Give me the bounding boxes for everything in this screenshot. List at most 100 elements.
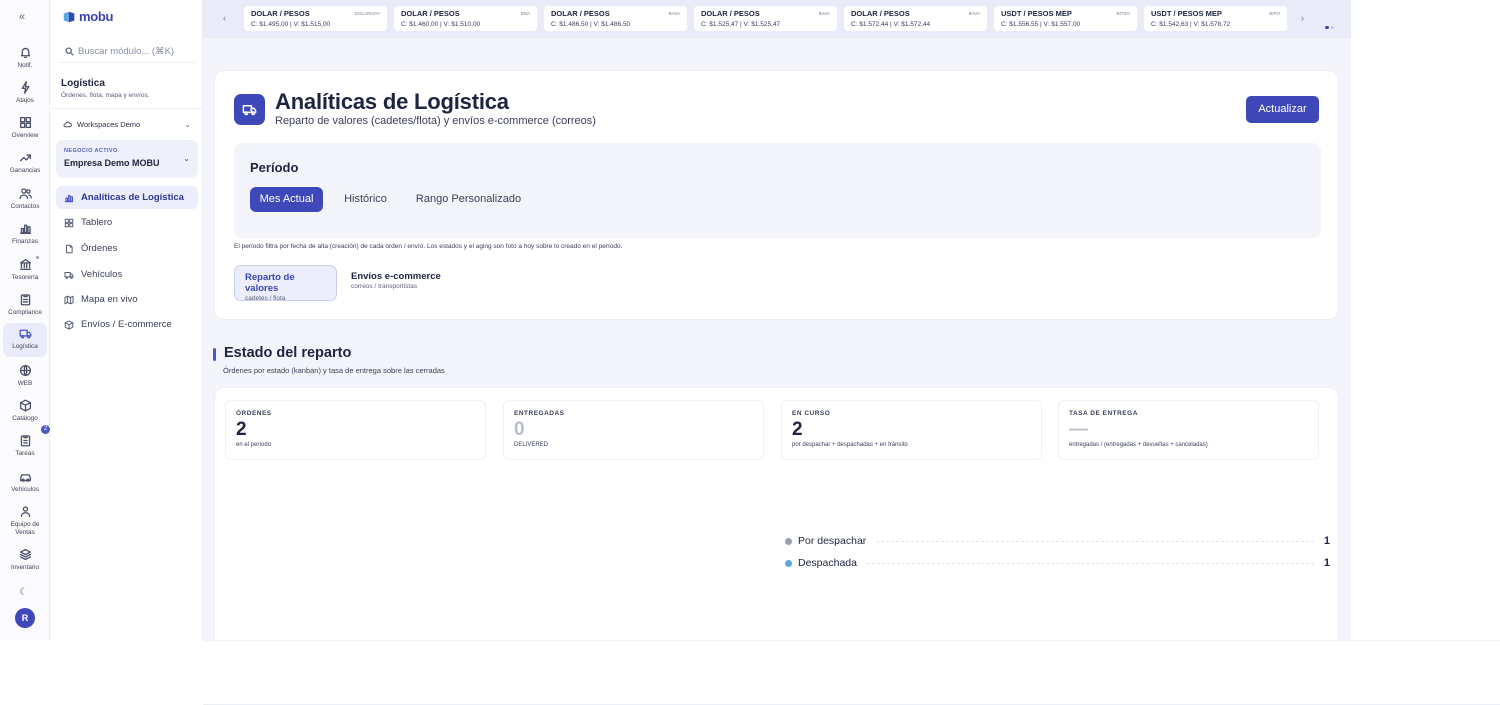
- nav-item-mapa[interactable]: Mapa en vivo: [56, 288, 198, 311]
- status-value: 1: [1323, 535, 1330, 547]
- search-input[interactable]: Buscar módulo... (⌘K): [59, 41, 195, 63]
- nav-item-ordenes[interactable]: Órdenes: [56, 237, 198, 260]
- rail-item-catalogo[interactable]: Catálogo: [3, 397, 47, 429]
- segment-subtitle: correos / transportistas: [351, 283, 418, 290]
- logo-icon: [63, 11, 75, 22]
- ticker-sell: V: $1.510,00: [443, 21, 481, 28]
- ticker-source: BAVA: [968, 11, 980, 16]
- kpi-label: ÓRDENES: [236, 410, 272, 417]
- page-dot: [1330, 25, 1334, 29]
- business-value: Empresa Demo MOBU: [64, 158, 160, 168]
- segment-title: Envíos e-commerce: [351, 271, 441, 282]
- nav-item-vehiculos[interactable]: Vehículos: [56, 263, 198, 286]
- nav-item-tablero[interactable]: Tablero: [56, 211, 198, 234]
- car-icon: [19, 474, 31, 482]
- rail-item-finanzas[interactable]: Finanzas: [3, 220, 47, 252]
- ticker-source: BITSO: [1116, 11, 1130, 16]
- users-icon: [19, 188, 32, 200]
- chevron-left-icon[interactable]: ‹: [223, 13, 226, 23]
- rail-item-tesoreria[interactable]: Tesorería: [3, 256, 47, 288]
- rail-item-tareas[interactable]: Tareas: [3, 432, 47, 464]
- clipboard-list-icon: [20, 435, 30, 447]
- rail-item-notif[interactable]: Notif.: [3, 44, 47, 76]
- rail-item-atajos[interactable]: Atajos: [3, 79, 47, 111]
- grid-icon: [19, 116, 31, 129]
- kpi-caption: por despachar + despachadas + en tránsit…: [792, 442, 908, 448]
- main-content: ‹ DOLAR / PESOS DOLARHOY C: $1.495,00 | …: [203, 0, 1351, 640]
- status-card: ÓRDENES 2 en el período ENTREGADAS 0 DEL…: [214, 387, 1339, 640]
- rail-label: WEB: [17, 380, 33, 387]
- collapse-icon[interactable]: «: [19, 11, 25, 23]
- section-accent: [213, 348, 216, 361]
- period-option-mes-actual[interactable]: Mes Actual: [250, 187, 323, 212]
- ticker-buy: C: $1.495,00: [251, 21, 289, 28]
- kpi-label: ENTREGADAS: [514, 410, 565, 417]
- brand-logo[interactable]: mobu: [62, 9, 113, 24]
- status-leader: [876, 540, 1314, 542]
- ticker-buy: C: $1.542,63: [1151, 21, 1189, 28]
- truck-icon: [234, 94, 265, 125]
- rail-label: Logística: [12, 343, 38, 350]
- bar-chart-icon: [64, 194, 74, 202]
- kpi-caption: DELIVERED: [514, 442, 549, 448]
- brand-name: mobu: [79, 9, 114, 24]
- ticker-card: DOLAR / PESOS BAVA C: $1.572,44 | V: $1.…: [844, 6, 987, 31]
- layers-icon: [19, 548, 31, 561]
- rail-label: Overview: [11, 132, 39, 139]
- rail-item-ganancias[interactable]: Ganancias: [3, 149, 47, 181]
- period-option-historico[interactable]: Histórico: [333, 187, 398, 212]
- kpi-label: TASA DE ENTREGA: [1069, 410, 1138, 417]
- divider: [51, 108, 203, 109]
- refresh-button[interactable]: Actualizar: [1246, 96, 1319, 123]
- status-row: Por despachar 1: [785, 532, 1330, 550]
- period-option-rango[interactable]: Rango Personalizado: [406, 187, 531, 212]
- rail-label: Catálogo: [12, 415, 38, 422]
- moon-icon[interactable]: ☾: [19, 587, 28, 598]
- ticker-name: DOLAR / PESOS: [701, 9, 760, 18]
- ticker-values: C: $1.495,00 | V: $1.515,00: [251, 21, 331, 28]
- module-title: Logística: [61, 78, 105, 89]
- rail-label: Compliance: [8, 309, 42, 316]
- avatar[interactable]: R: [15, 608, 35, 628]
- segment-reparto[interactable]: Reparto de valores cadetes / flota: [234, 265, 337, 302]
- rail-item-contactos[interactable]: Contactos: [3, 185, 47, 217]
- ticker-name: USDT / PESOS MEP: [1151, 9, 1222, 18]
- ticker-card: DOLAR / PESOS DOLARHOY C: $1.495,00 | V:…: [244, 6, 387, 31]
- ticker-source: DOLARHOY: [354, 11, 380, 16]
- rail-item-overview[interactable]: Overview: [3, 114, 47, 146]
- notification-dot: [36, 256, 39, 259]
- workspace-selector[interactable]: Workspaces Demo ⌄: [63, 120, 191, 129]
- bell-icon: [20, 47, 30, 59]
- ticker-sell: V: $1.486,50: [593, 21, 631, 28]
- search-icon: [65, 47, 74, 56]
- rail-label: Notif.: [17, 62, 33, 69]
- ticker-name: DOLAR / PESOS: [551, 9, 610, 18]
- ticker-card: DOLAR / PESOS BAVA C: $1.525,47 | V: $1.…: [694, 6, 837, 31]
- business-selector[interactable]: NEGOCIO ACTIVO Empresa Demo MOBU ⌄: [56, 140, 198, 178]
- team-icon: [20, 506, 30, 518]
- rail-item-vehiculos[interactable]: Vehículos: [3, 468, 47, 500]
- rail-item-logistica[interactable]: Logística: [3, 323, 47, 357]
- ticker-sell: V: $1.515,00: [293, 21, 331, 28]
- rail-item-web[interactable]: WEB: [3, 362, 47, 394]
- segment-envios[interactable]: Envíos e-commerce correos / transportist…: [341, 265, 456, 301]
- ticker-pagination[interactable]: [1325, 16, 1337, 29]
- rail-label: Atajos: [16, 97, 34, 104]
- ticker-sell: V: $1.572,44: [893, 21, 931, 28]
- rail-item-inventario[interactable]: Inventario: [3, 546, 47, 578]
- segment-subtitle: cadetes / flota: [245, 295, 286, 302]
- status-row: Despachada 1: [785, 554, 1330, 572]
- nav-item-envios[interactable]: Envíos / E-commerce: [56, 313, 198, 336]
- nav-item-analiticas[interactable]: Analíticas de Logística: [56, 186, 198, 209]
- chevron-right-icon[interactable]: ›: [1301, 13, 1304, 23]
- rail-item-equipo-ventas[interactable]: Equipo de Ventas: [3, 503, 47, 539]
- rail-label: Equipo de Ventas: [10, 521, 40, 536]
- period-title: Período: [250, 160, 299, 175]
- segment-title: Reparto de valores: [245, 272, 295, 294]
- ticker-buy: C: $1.525,47: [701, 21, 739, 28]
- ticker-card: USDT / PESOS MEP BITSO C: $1.556,55 | V:…: [994, 6, 1137, 31]
- rail-item-compliance[interactable]: Compliance: [3, 291, 47, 323]
- lightning-icon: [21, 81, 29, 94]
- module-sidebar: mobu Buscar módulo... (⌘K) Logística Órd…: [51, 0, 203, 640]
- kpi-caption: entregadas / (entregadas + devueltas + c…: [1069, 442, 1208, 448]
